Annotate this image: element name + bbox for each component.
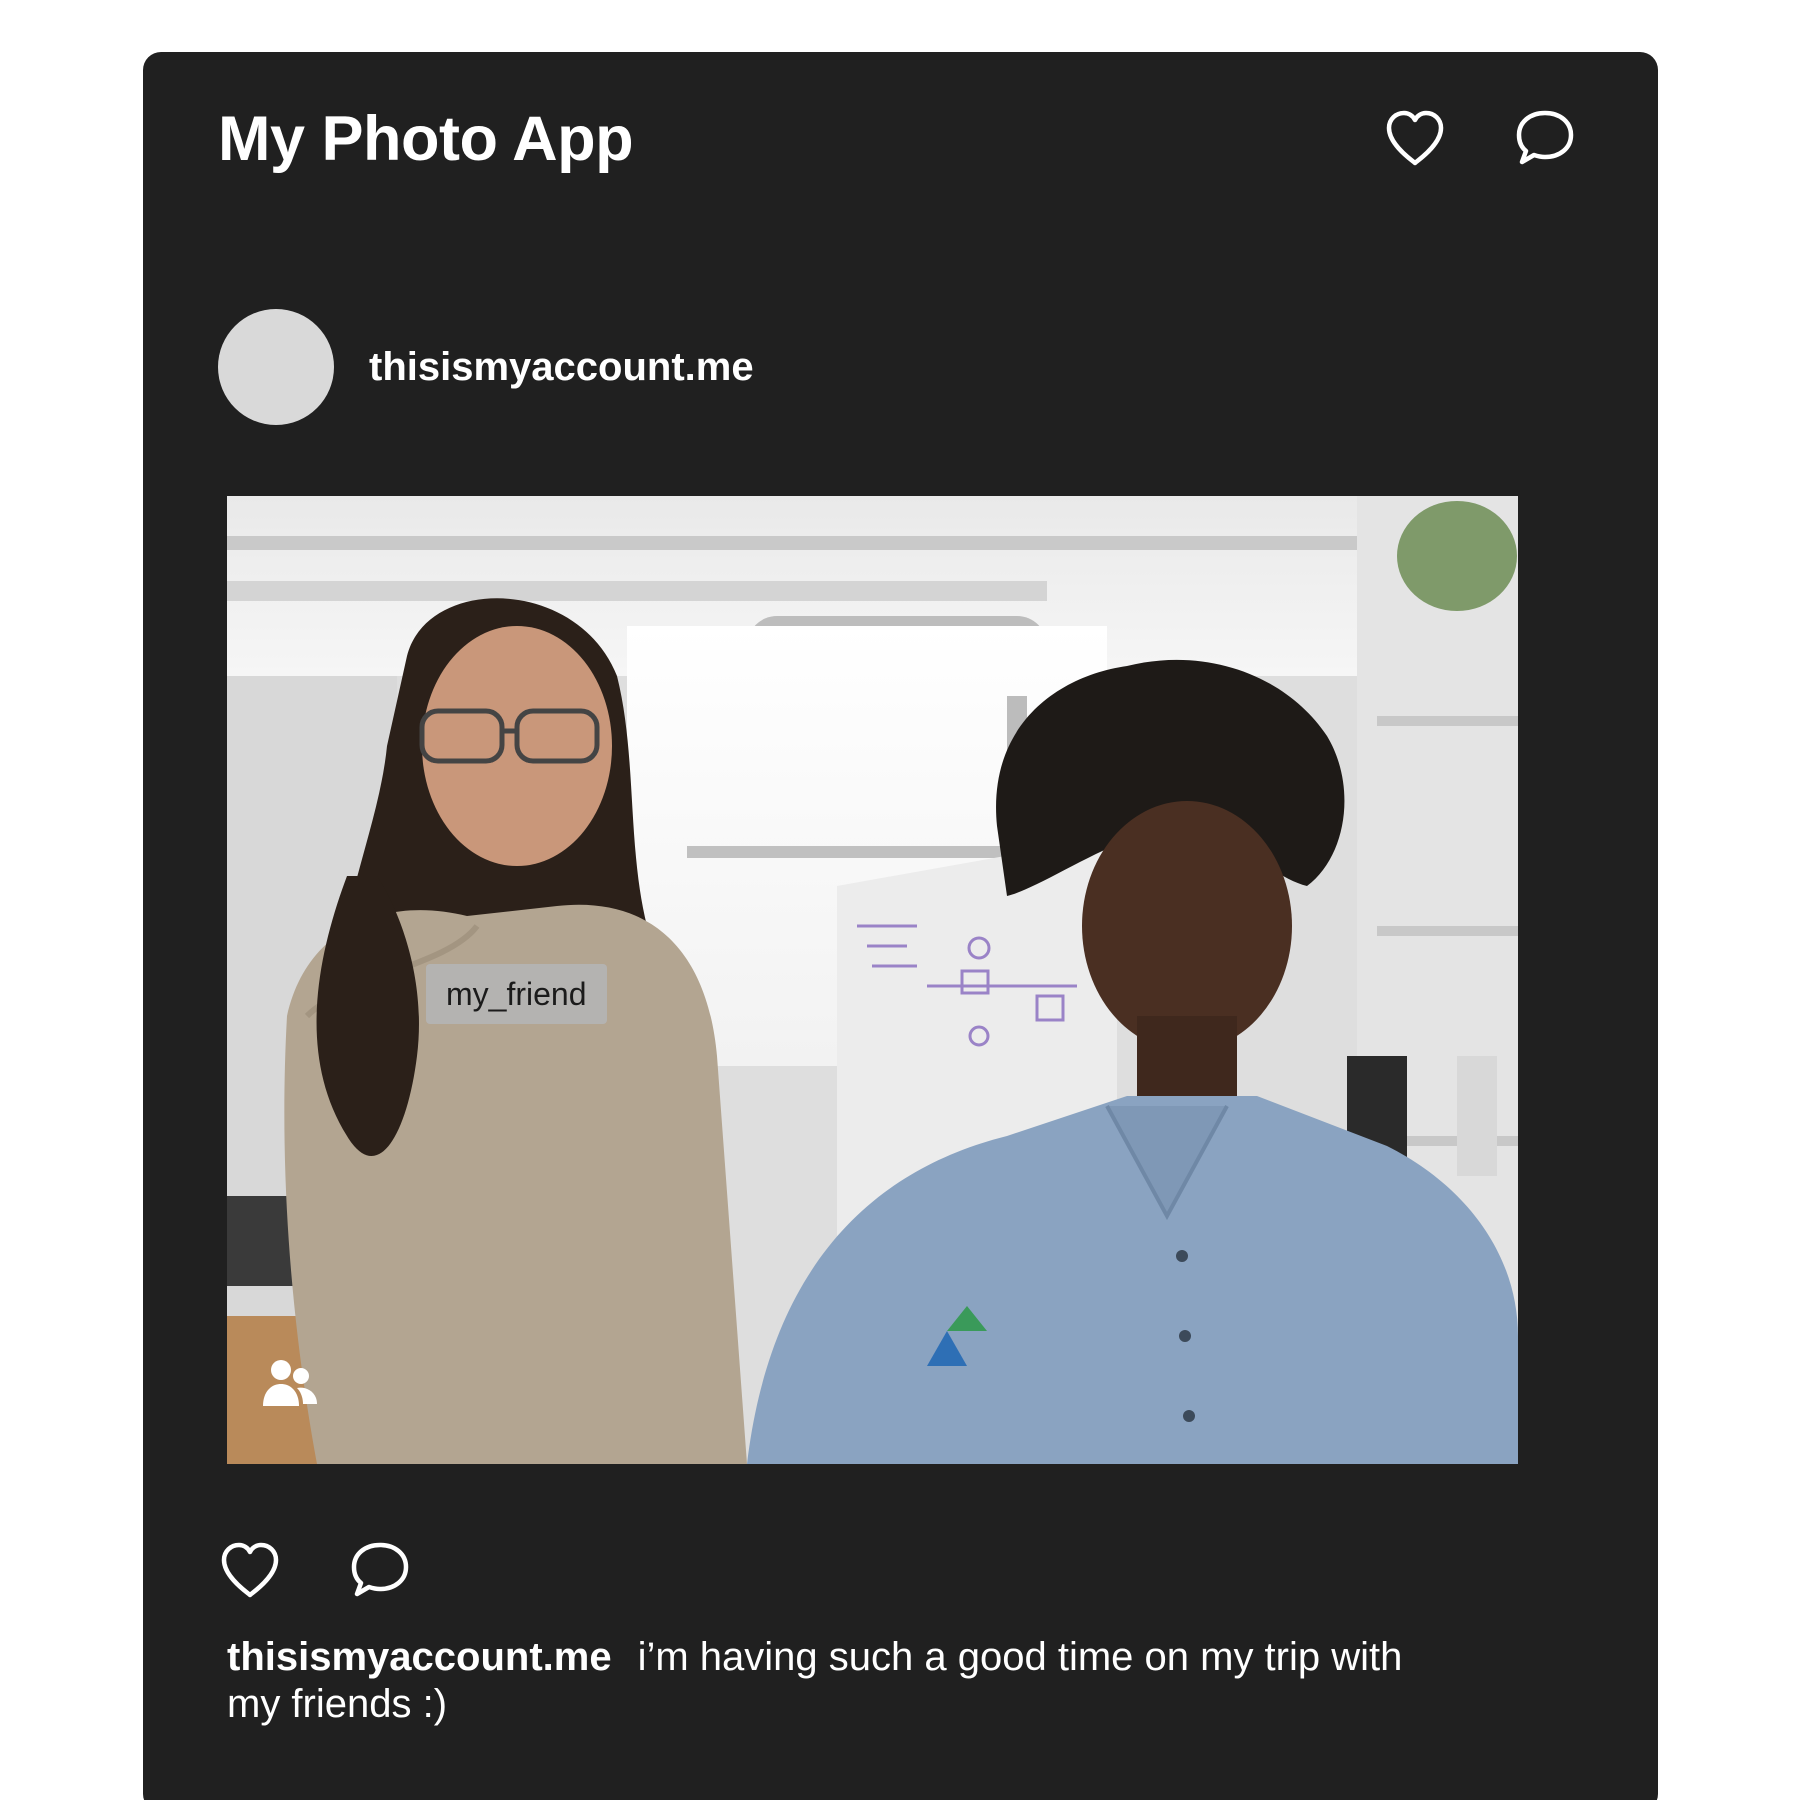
caption-username[interactable]: thisismyaccount.me — [227, 1635, 612, 1679]
post-photo[interactable]: my_friend — [227, 496, 1518, 1464]
comment-bubble-icon[interactable] — [348, 1539, 412, 1603]
avatar[interactable] — [218, 309, 334, 425]
post-username[interactable]: thisismyaccount.me — [369, 345, 754, 390]
chat-bubble-icon[interactable] — [1513, 107, 1577, 171]
post-caption: thisismyaccount.me i’m having such a good… — [227, 1634, 1427, 1728]
app-title: My Photo App — [218, 104, 634, 174]
like-heart-icon[interactable] — [218, 1539, 282, 1603]
app-card: My Photo App thisismyaccount.me my_frien… — [143, 52, 1658, 1800]
people-icon[interactable] — [261, 1358, 319, 1410]
photo-tag-label[interactable]: my_friend — [426, 964, 607, 1024]
post-header: thisismyaccount.me — [218, 309, 754, 425]
photo-image — [227, 496, 1518, 1464]
heart-icon[interactable] — [1383, 107, 1447, 171]
